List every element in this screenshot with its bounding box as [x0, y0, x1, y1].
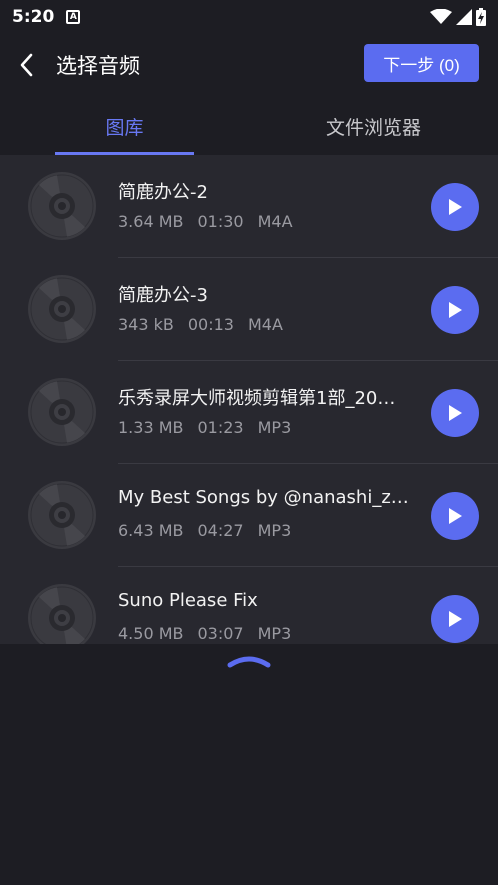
audio-duration: 04:27	[197, 521, 244, 540]
play-button[interactable]	[431, 492, 479, 540]
app-bar: 选择音频 下一步 (0)	[0, 34, 498, 96]
status-bar: 5:20 A	[0, 0, 498, 34]
audio-meta: 6.43 MB 04:27 MP3	[118, 521, 291, 540]
status-icons	[430, 8, 486, 26]
signal-icon	[456, 9, 472, 25]
play-button[interactable]	[431, 183, 479, 231]
audio-duration: 03:07	[197, 624, 244, 643]
play-icon	[449, 302, 462, 318]
battery-icon	[476, 8, 486, 26]
tab-gallery[interactable]: 图库	[0, 96, 249, 156]
audio-title: 简鹿办公-2	[118, 182, 208, 203]
list-item[interactable]: 简鹿办公-2 3.64 MB 01:30 M4A	[0, 155, 498, 258]
audio-meta: 3.64 MB 01:30 M4A	[118, 212, 293, 231]
audio-list[interactable]: 简鹿办公-2 3.64 MB 01:30 M4A 简鹿办公-3 343 kB 0…	[0, 155, 498, 644]
play-icon	[449, 199, 462, 215]
play-icon	[449, 508, 462, 524]
audio-meta: 4.50 MB 03:07 MP3	[118, 624, 291, 643]
audio-title: 简鹿办公-3	[118, 285, 208, 306]
list-item[interactable]: 乐秀录屏大师视频剪辑第1部_20… 1.33 MB 01:23 MP3	[0, 361, 498, 464]
play-icon	[449, 405, 462, 421]
audio-duration: 01:30	[197, 212, 244, 231]
audio-format: M4A	[247, 315, 283, 334]
tab-file-browser[interactable]: 文件浏览器	[249, 96, 498, 156]
audio-duration: 01:23	[197, 418, 244, 437]
audio-format: MP3	[257, 521, 292, 540]
next-step-button[interactable]: 下一步 (0)	[364, 44, 479, 82]
audio-size: 6.43 MB	[118, 521, 184, 540]
disc-icon	[28, 481, 96, 549]
audio-title: 乐秀录屏大师视频剪辑第1部_20…	[118, 388, 396, 409]
status-time: 5:20	[12, 7, 55, 27]
list-item[interactable]: 简鹿办公-3 343 kB 00:13 M4A	[0, 258, 498, 361]
disc-icon	[28, 584, 96, 644]
audio-size: 1.33 MB	[118, 418, 184, 437]
play-icon	[449, 611, 462, 627]
audio-title: Suno Please Fix	[118, 590, 258, 611]
page-title: 选择音频	[56, 54, 140, 78]
audio-duration: 00:13	[187, 315, 234, 334]
chevron-up-icon[interactable]	[227, 652, 271, 670]
audio-format: MP3	[257, 624, 292, 643]
tab-bar: 图库 文件浏览器	[0, 96, 498, 156]
audio-meta: 1.33 MB 01:23 MP3	[118, 418, 291, 437]
play-button[interactable]	[431, 595, 479, 643]
audio-size: 4.50 MB	[118, 624, 184, 643]
audio-size: 343 kB	[118, 315, 174, 334]
wifi-icon	[430, 9, 452, 24]
disc-icon	[28, 275, 96, 343]
disc-icon	[28, 172, 96, 240]
disc-icon	[28, 378, 96, 446]
back-arrow-icon	[20, 53, 33, 77]
play-button[interactable]	[431, 286, 479, 334]
list-item[interactable]: My Best Songs by @nanashi_zero 6.43 MB 0…	[0, 464, 498, 567]
audio-format: M4A	[257, 212, 293, 231]
back-button[interactable]	[0, 34, 52, 96]
audio-meta: 343 kB 00:13 M4A	[118, 315, 283, 334]
audio-format: MP3	[257, 418, 292, 437]
list-item[interactable]: Suno Please Fix 4.50 MB 03:07 MP3	[0, 567, 498, 644]
audio-size: 3.64 MB	[118, 212, 184, 231]
play-button[interactable]	[431, 389, 479, 437]
audio-title: My Best Songs by @nanashi_zero	[118, 487, 410, 508]
notification-a-icon: A	[66, 10, 81, 24]
